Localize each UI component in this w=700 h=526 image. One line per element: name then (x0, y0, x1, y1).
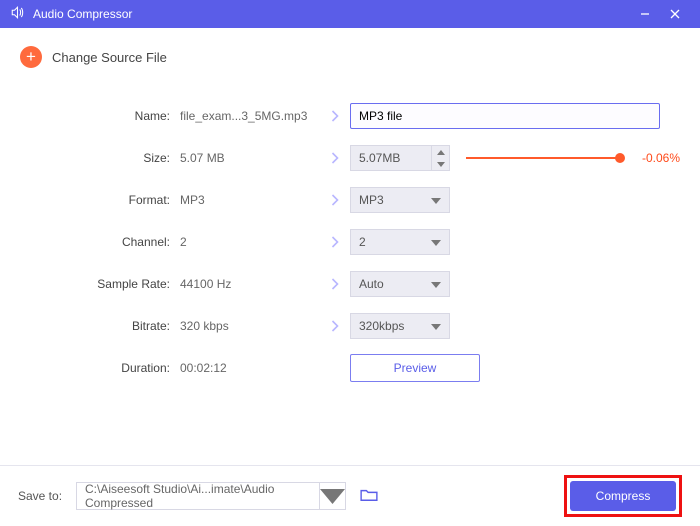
save-path-select[interactable]: C:\Aiseesoft Studio\Ai...imate\Audio Com… (76, 482, 346, 510)
slider-thumb[interactable] (615, 153, 625, 163)
compress-button[interactable]: Compress (570, 481, 676, 511)
preview-button[interactable]: Preview (350, 354, 480, 382)
chevron-down-icon (431, 319, 441, 333)
bitrate-label: Bitrate: (20, 319, 180, 333)
bitrate-select[interactable]: 320kbps (350, 313, 450, 339)
chevron-right-icon (320, 152, 350, 164)
footer: Save to: C:\Aiseesoft Studio\Ai...imate\… (0, 465, 700, 526)
change-source-row[interactable]: + Change Source File (20, 46, 680, 68)
titlebar: Audio Compressor (0, 0, 700, 28)
size-stepper[interactable]: 5.07MB (350, 145, 450, 171)
audio-icon (10, 6, 25, 22)
stepper-down-icon[interactable] (432, 158, 449, 170)
format-value: MP3 (180, 193, 320, 207)
row-format: Format: MP3 MP3 (20, 186, 680, 214)
chevron-right-icon (320, 194, 350, 206)
saveto-label: Save to: (18, 489, 76, 503)
chevron-down-icon (319, 483, 345, 509)
chevron-right-icon (320, 278, 350, 290)
row-bitrate: Bitrate: 320 kbps 320kbps (20, 312, 680, 340)
compress-highlight: Compress (564, 475, 682, 517)
window-title: Audio Compressor (33, 7, 132, 21)
chevron-right-icon (320, 236, 350, 248)
chevron-down-icon (431, 235, 441, 249)
change-source-label: Change Source File (52, 50, 167, 65)
chevron-down-icon (431, 277, 441, 291)
chevron-right-icon (320, 110, 350, 122)
stepper-up-icon[interactable] (432, 146, 449, 158)
size-delta: -0.06% (630, 151, 680, 165)
save-path-value: C:\Aiseesoft Studio\Ai...imate\Audio Com… (85, 482, 337, 510)
main-panel: + Change Source File Name: file_exam...3… (0, 28, 700, 465)
samplerate-select[interactable]: Auto (350, 271, 450, 297)
duration-value: 00:02:12 (180, 361, 320, 375)
row-samplerate: Sample Rate: 44100 Hz Auto (20, 270, 680, 298)
size-stepper-value: 5.07MB (351, 151, 431, 165)
row-duration: Duration: 00:02:12 Preview (20, 354, 680, 382)
name-input[interactable] (350, 103, 660, 129)
name-label: Name: (20, 109, 180, 123)
open-folder-button[interactable] (360, 488, 378, 505)
chevron-down-icon (431, 193, 441, 207)
row-name: Name: file_exam...3_5MG.mp3 (20, 102, 680, 130)
channel-select[interactable]: 2 (350, 229, 450, 255)
samplerate-label: Sample Rate: (20, 277, 180, 291)
samplerate-value: 44100 Hz (180, 277, 320, 291)
close-button[interactable] (660, 0, 690, 28)
minimize-button[interactable] (630, 0, 660, 28)
row-size: Size: 5.07 MB 5.07MB -0.06% (20, 144, 680, 172)
size-slider[interactable] (466, 156, 620, 160)
size-label: Size: (20, 151, 180, 165)
format-select[interactable]: MP3 (350, 187, 450, 213)
channel-value: 2 (180, 235, 320, 249)
channel-label: Channel: (20, 235, 180, 249)
row-channel: Channel: 2 2 (20, 228, 680, 256)
name-value: file_exam...3_5MG.mp3 (180, 109, 320, 123)
format-label: Format: (20, 193, 180, 207)
size-value: 5.07 MB (180, 151, 320, 165)
chevron-right-icon (320, 320, 350, 332)
duration-label: Duration: (20, 361, 180, 375)
bitrate-value: 320 kbps (180, 319, 320, 333)
plus-icon: + (20, 46, 42, 68)
